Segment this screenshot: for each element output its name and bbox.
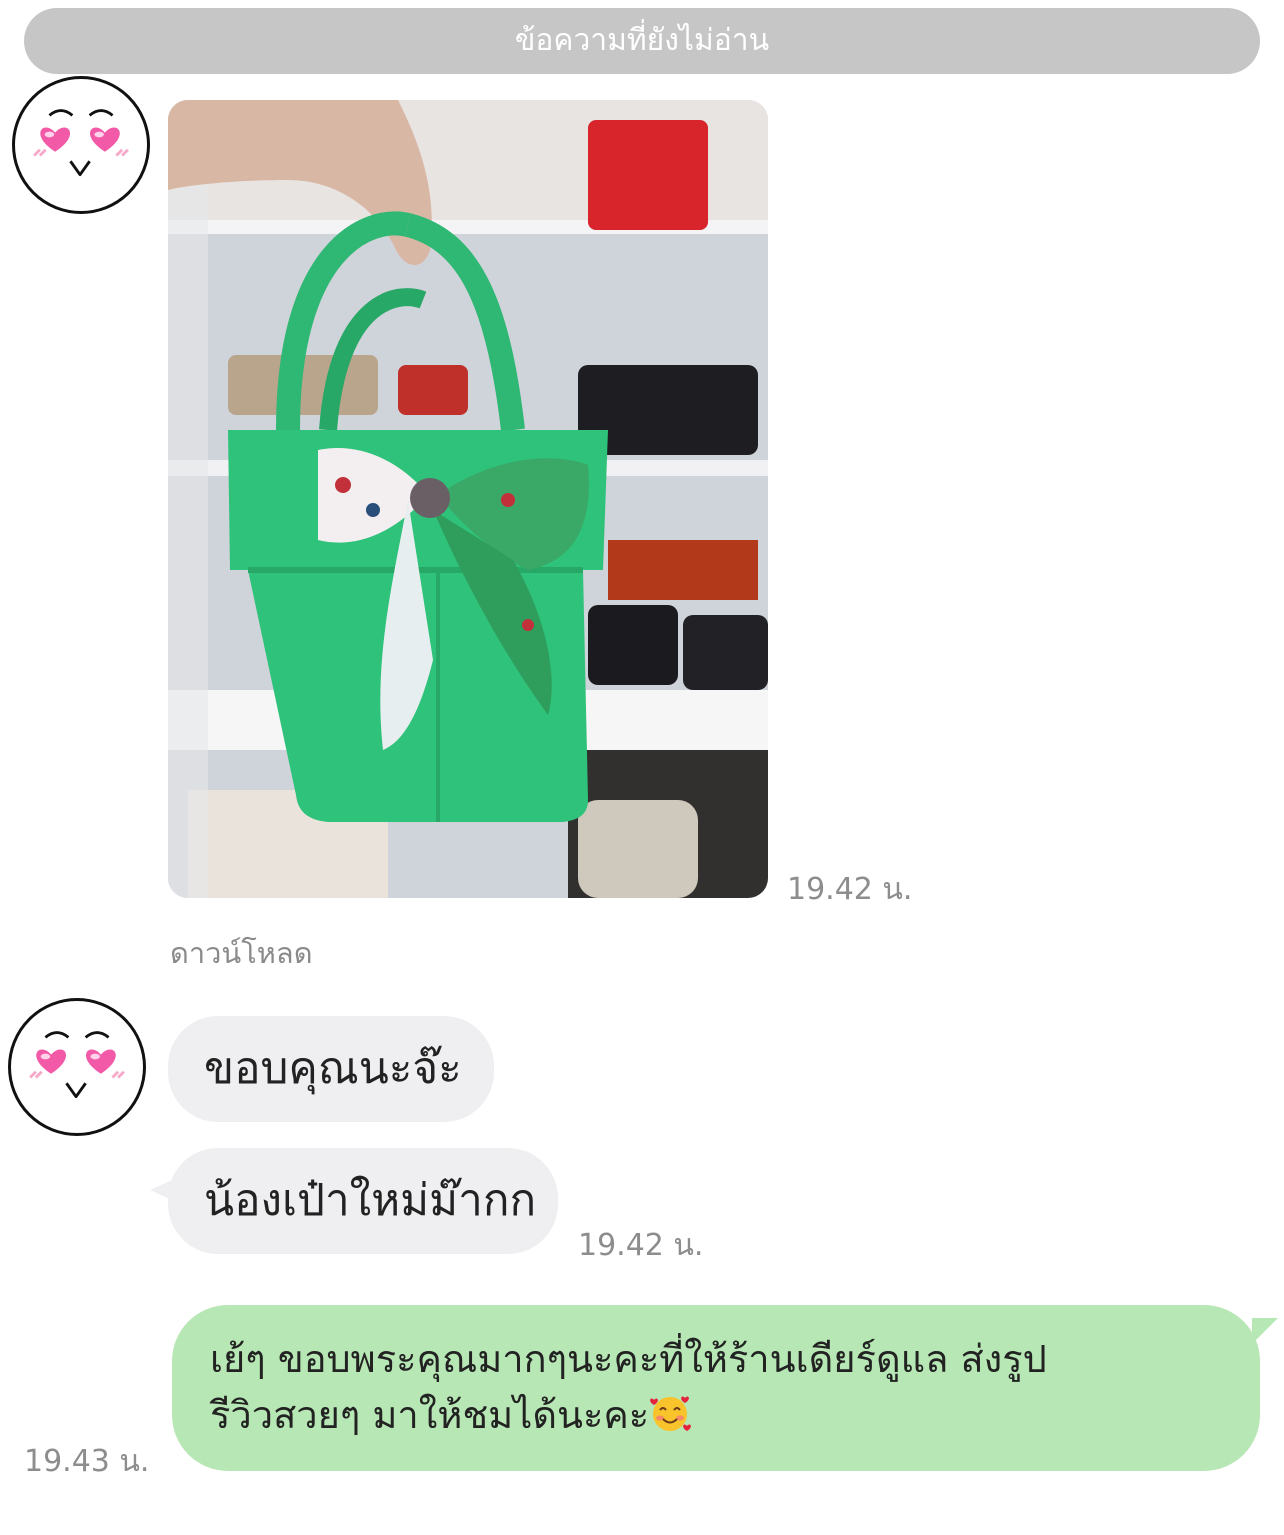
- heart-eyes-face-icon: [33, 109, 129, 177]
- message-text: น้องเป๋าใหม่ม๊ากก: [204, 1175, 537, 1226]
- incoming-message-bubble[interactable]: น้องเป๋าใหม่ม๊ากก: [168, 1148, 558, 1254]
- message-text-line: เย้ๆ ขอบพระคุณมากๆนะคะที่ให้ร้านเดียร์ดู…: [210, 1337, 1047, 1381]
- message-text: ขอบคุณนะจ๊ะ: [204, 1043, 462, 1094]
- sender-avatar[interactable]: [8, 998, 146, 1136]
- unread-messages-divider: ข้อความที่ยังไม่อ่าน: [24, 8, 1260, 74]
- download-link[interactable]: ดาวน์โหลด: [170, 930, 313, 976]
- sender-avatar[interactable]: [12, 76, 150, 214]
- heart-eyes-face-icon: [29, 1031, 125, 1099]
- message-timestamp: 19.43 น.: [24, 1444, 150, 1479]
- bubble-tail: [1252, 1318, 1278, 1344]
- outgoing-message-bubble[interactable]: เย้ๆ ขอบพระคุณมากๆนะคะที่ให้ร้านเดียร์ดู…: [172, 1305, 1260, 1471]
- message-timestamp: 19.42 น.: [787, 872, 913, 907]
- message-timestamp: 19.42 น.: [578, 1228, 704, 1263]
- smiling-face-with-hearts-icon: [650, 1396, 692, 1431]
- incoming-message-bubble[interactable]: ขอบคุณนะจ๊ะ: [168, 1016, 494, 1122]
- message-text-line: รีวิวสวยๆ มาให้ชมได้นะคะ: [210, 1387, 1220, 1443]
- bag-photo-message[interactable]: [168, 100, 768, 898]
